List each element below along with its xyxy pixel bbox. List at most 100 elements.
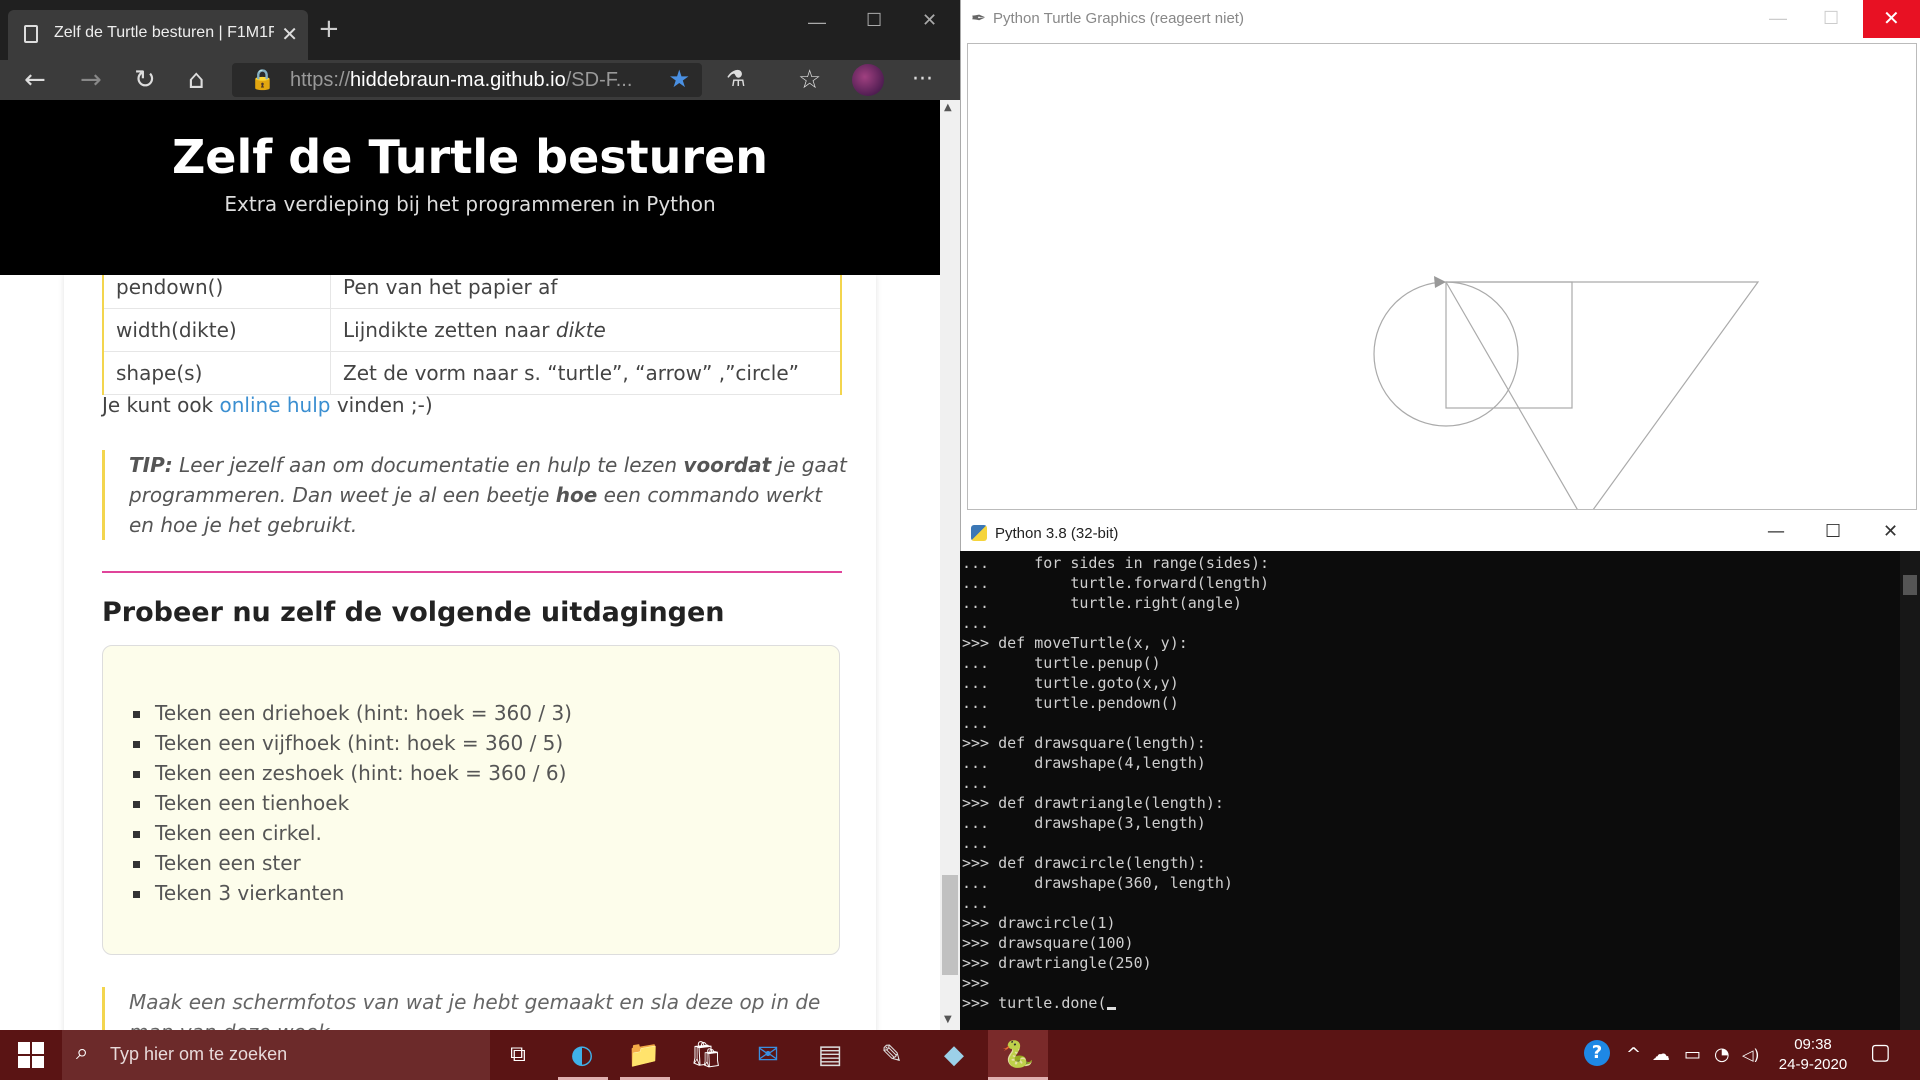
turtle-graphics-window: ✒ Python Turtle Graphics (reageert niet)… xyxy=(960,0,1920,515)
scrollbar-thumb[interactable] xyxy=(942,875,958,975)
taskbar-search[interactable]: ⌕ Typ hier om te zoeken xyxy=(62,1030,490,1080)
more-menu-icon[interactable]: ··· xyxy=(912,64,933,96)
clock-date: 24-9-2020 xyxy=(1778,1056,1848,1073)
console-line: ... turtle.forward(length) xyxy=(962,574,1270,592)
favorites-icon[interactable]: ☆ xyxy=(798,64,821,96)
chevron-up-icon[interactable]: ^ xyxy=(1626,1044,1641,1065)
browser-tab[interactable]: Zelf de Turtle besturen | F1M1Fl ✕ xyxy=(8,10,308,60)
console-line: >>> drawtriangle(250) xyxy=(962,954,1152,972)
table-row: shape(s) Zet de vorm naar s. “turtle”, “… xyxy=(102,351,842,395)
console-input-line[interactable]: >>> turtle.done( xyxy=(962,994,1107,1012)
scroll-up-icon[interactable]: ▲ xyxy=(944,102,952,113)
console-line: ... turtle.penup() xyxy=(962,654,1161,672)
console-scrollbar[interactable] xyxy=(1900,551,1920,1030)
new-tab-button[interactable]: + xyxy=(318,14,340,44)
console-line: >>> drawsquare(100) xyxy=(962,934,1134,952)
page-title: Zelf de Turtle besturen xyxy=(171,130,769,184)
section-title: Probeer nu zelf de volgende uitdagingen xyxy=(102,597,725,628)
task-view-icon[interactable]: ⧉ xyxy=(498,1036,538,1074)
python-console-window: Python 3.8 (32-bit) — ☐ ✕ ... for sides … xyxy=(960,515,1920,1030)
forward-icon[interactable]: → xyxy=(80,64,102,96)
table-cell: shape(s) xyxy=(102,351,331,395)
notes-icon[interactable]: ✎ xyxy=(872,1036,912,1074)
volume-icon[interactable]: ◁) xyxy=(1742,1046,1759,1064)
minimize-button[interactable]: — xyxy=(808,12,826,33)
console-line: ... xyxy=(962,774,990,792)
console-output[interactable]: ... for sides in range(sides): ... turtl… xyxy=(960,553,1902,1030)
battery-icon[interactable]: ▭ xyxy=(1684,1044,1701,1065)
console-title: Python 3.8 (32-bit) xyxy=(995,525,1119,542)
console-line: >>> def moveTurtle(x, y): xyxy=(962,634,1188,652)
command-table: pendown() Pen van het papier af width(di… xyxy=(102,265,842,395)
console-scrollbar-thumb[interactable] xyxy=(1903,575,1917,595)
console-line: ... for sides in range(sides): xyxy=(962,554,1270,572)
list-item: Teken een driehoek (hint: hoek = 360 / 3… xyxy=(133,698,572,728)
list-item: Teken een cirkel. xyxy=(133,818,572,848)
store-icon[interactable]: 🛍 xyxy=(686,1036,726,1074)
python-icon[interactable]: 🐍 xyxy=(998,1036,1038,1074)
turtle-window-title: Python Turtle Graphics (reageert niet) xyxy=(993,10,1244,27)
notifications-icon[interactable]: ▢ xyxy=(1870,1040,1891,1065)
windows-start-icon[interactable] xyxy=(18,1042,44,1068)
table-cell: Lijndikte zetten naar dikte xyxy=(330,308,842,352)
console-line: ... xyxy=(962,714,990,732)
mail-icon[interactable]: ✉ xyxy=(748,1036,788,1074)
edge-icon[interactable]: ◐ xyxy=(562,1036,602,1074)
help-icon[interactable]: ? xyxy=(1584,1040,1610,1066)
scroll-down-icon[interactable]: ▼ xyxy=(944,1014,952,1025)
console-maximize-button[interactable]: ☐ xyxy=(1825,521,1841,542)
home-icon[interactable]: ⌂ xyxy=(188,64,205,96)
turtle-arrow-icon xyxy=(1434,276,1446,288)
onedrive-cloud-icon[interactable]: ☁ xyxy=(1652,1044,1670,1065)
online-help-link[interactable]: online hulp xyxy=(220,393,331,417)
profile-avatar[interactable] xyxy=(852,64,884,96)
console-line: ... xyxy=(962,834,990,852)
taskbar: ⌕ Typ hier om te zoeken ⧉ ◐ 📁 🛍 ✉ ▤ ✎ ◆ … xyxy=(0,1030,1920,1080)
console-line: ... xyxy=(962,614,990,632)
browser-toolbar: ← → ↻ ⌂ 🔒 https://hiddebraun-ma.github.i… xyxy=(0,60,960,100)
console-minimize-button[interactable]: — xyxy=(1767,521,1785,542)
app-icon[interactable]: ▤ xyxy=(810,1036,850,1074)
console-titlebar: Python 3.8 (32-bit) — ☐ ✕ xyxy=(960,515,1920,551)
favorite-star-icon[interactable]: ★ xyxy=(668,65,690,93)
page-header: Zelf de Turtle besturen Extra verdieping… xyxy=(0,100,940,275)
text-cursor xyxy=(1106,1007,1116,1010)
turtle-canvas[interactable] xyxy=(967,43,1917,510)
list-item: Teken een tienhoek xyxy=(133,788,572,818)
screenshot-instruction: Maak een schermfotos van wat je hebt gem… xyxy=(102,987,849,1030)
console-line: >>> def drawsquare(length): xyxy=(962,734,1206,752)
browser-window: Zelf de Turtle besturen | F1M1Fl ✕ + — ☐… xyxy=(0,0,960,1030)
table-row: width(dikte) Lijndikte zetten naar dikte xyxy=(102,308,842,352)
challenge-box: Teken een driehoek (hint: hoek = 360 / 3… xyxy=(102,645,840,955)
console-line: ... turtle.goto(x,y) xyxy=(962,674,1179,692)
help-text: Je kunt ook online hulp vinden ;-) xyxy=(102,393,433,417)
turtle-close-button[interactable]: ✕ xyxy=(1863,0,1920,38)
page-subtitle: Extra verdieping bij het programmeren in… xyxy=(224,192,716,216)
tip-block: TIP: Leer jezelf aan om documentatie en … xyxy=(102,450,849,540)
console-line: ... drawshape(3,length) xyxy=(962,814,1206,832)
turtle-minimize-button[interactable]: — xyxy=(1769,8,1787,29)
tab-title: Zelf de Turtle besturen | F1M1Fl xyxy=(54,24,274,41)
console-line: ... xyxy=(962,894,990,912)
list-item: Teken 3 vierkanten xyxy=(133,878,572,908)
back-icon[interactable]: ← xyxy=(24,64,46,96)
wifi-icon[interactable]: ◔ xyxy=(1714,1044,1730,1065)
lock-icon: 🔒 xyxy=(250,67,275,91)
url-text[interactable]: https://hiddebraun-ma.github.io/SD-F... xyxy=(290,69,632,92)
console-line: >>> xyxy=(962,974,990,992)
refresh-icon[interactable]: ↻ xyxy=(134,64,156,96)
list-item: Teken een zeshoek (hint: hoek = 360 / 6) xyxy=(133,758,572,788)
address-bar[interactable]: 🔒 https://hiddebraun-ma.github.io/SD-F..… xyxy=(232,63,702,97)
document-icon xyxy=(24,25,38,43)
console-close-button[interactable]: ✕ xyxy=(1883,521,1898,542)
file-explorer-icon[interactable]: 📁 xyxy=(624,1036,664,1074)
maximize-button[interactable]: ☐ xyxy=(866,10,882,31)
close-tab-icon[interactable]: ✕ xyxy=(281,22,298,47)
turtle-maximize-button[interactable]: ☐ xyxy=(1823,8,1839,29)
turtle-titlebar: ✒ Python Turtle Graphics (reageert niet)… xyxy=(961,0,1920,40)
drawn-triangle-edge xyxy=(1445,281,1578,509)
app2-icon[interactable]: ◆ xyxy=(934,1036,974,1074)
close-window-button[interactable]: ✕ xyxy=(922,10,937,31)
system-clock[interactable]: 09:38 24-9-2020 xyxy=(1768,1035,1858,1075)
extension-icon[interactable]: ⚗ xyxy=(726,64,746,96)
